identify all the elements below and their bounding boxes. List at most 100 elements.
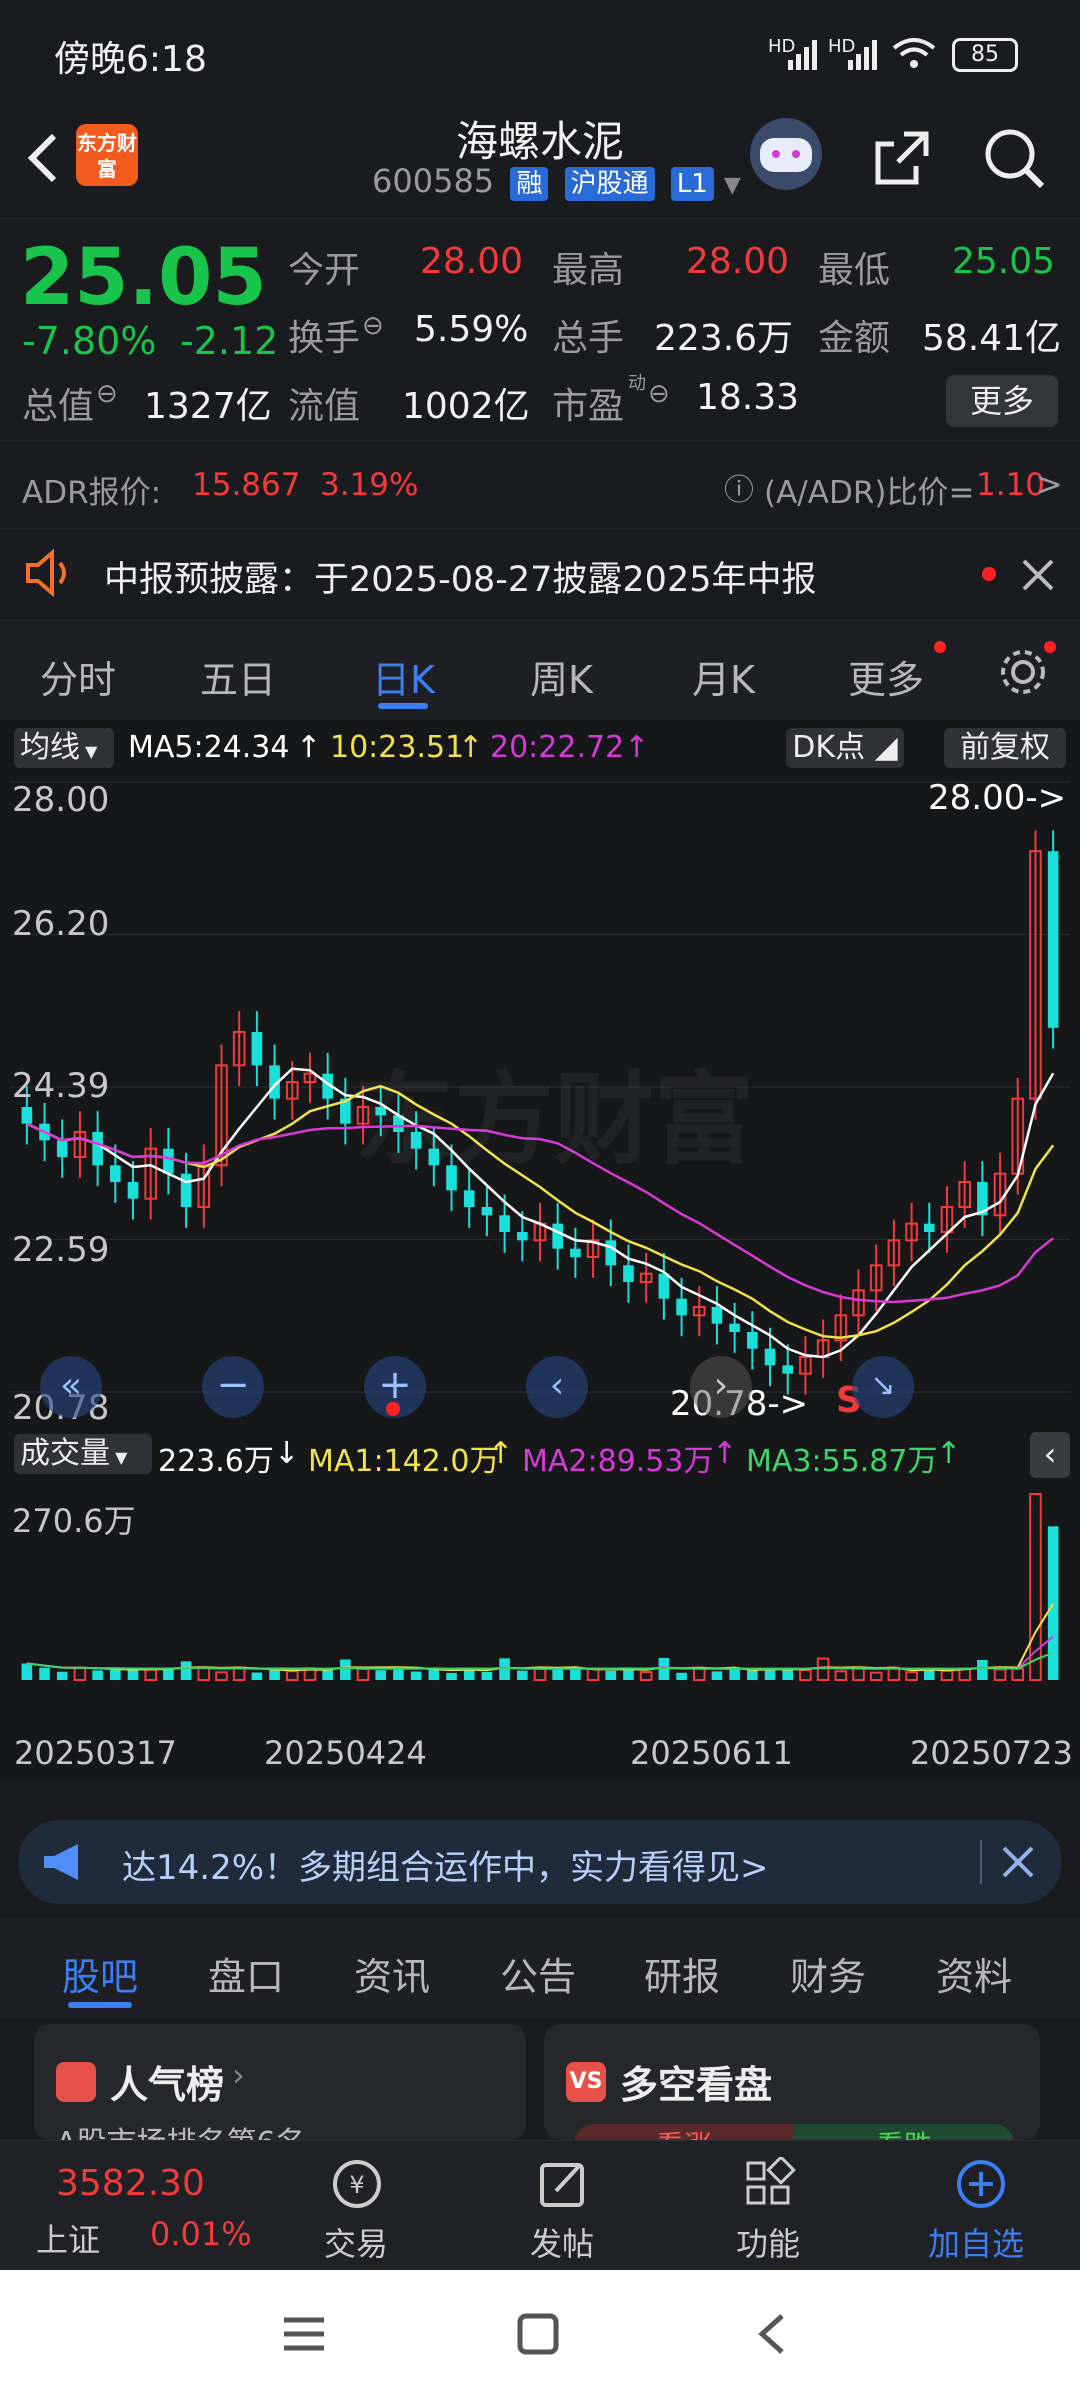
- scroll-left-icon[interactable]: ‹: [526, 1356, 588, 1418]
- low-label: 最低: [818, 250, 891, 291]
- tab-weekly-k[interactable]: 周K: [530, 649, 593, 704]
- tab-five-day[interactable]: 五日: [200, 649, 276, 704]
- candle: [251, 1032, 263, 1066]
- candle: [570, 1248, 581, 1257]
- zoom-dot: [386, 1402, 400, 1416]
- adjust-button[interactable]: 前复权: [944, 728, 1066, 768]
- popularity-card[interactable]: 人气榜 › A股市场排名第6名: [34, 2024, 526, 2140]
- tab-orderbook[interactable]: 盘口: [208, 1946, 284, 2001]
- mktcap-info-icon[interactable]: ⊖: [96, 379, 118, 409]
- notice-bar[interactable]: 中报预披露：于2025-08-27披露2025年中报: [0, 528, 1080, 619]
- tab-intraday[interactable]: 分时: [40, 649, 116, 704]
- tab-more[interactable]: 更多: [848, 649, 924, 704]
- home-icon[interactable]: [516, 2312, 560, 2356]
- nav-functions[interactable]: 功能: [712, 2151, 824, 2263]
- vol-ma3: MA3:55.87万: [746, 1444, 938, 1479]
- bull-bear-title: 多空看盘: [620, 2063, 773, 2107]
- signal-icon: [788, 40, 817, 70]
- stock-code-row: 600585 融 沪股通 L1 ▼: [372, 162, 741, 201]
- volume-bar: [993, 1668, 1007, 1681]
- candle: [676, 1298, 687, 1316]
- tab-financials[interactable]: 财务: [790, 1946, 866, 2001]
- badge-margin: 融: [510, 167, 549, 201]
- adr-pct: 3.19%: [320, 467, 419, 503]
- menu-icon[interactable]: [280, 2314, 328, 2354]
- dk-point-button[interactable]: DK点 ◢: [786, 728, 904, 768]
- change-amt: -2.12: [180, 319, 279, 363]
- popularity-rank: A股市场排名第6名: [56, 2118, 306, 2140]
- chevron-down-icon: ▼: [80, 742, 98, 761]
- tab-underline: [378, 703, 428, 709]
- bearish-button[interactable]: 看跌: [794, 2124, 1014, 2140]
- tab-forum[interactable]: 股吧: [62, 1946, 138, 2001]
- bullish-button[interactable]: 看涨: [574, 2124, 794, 2140]
- tab-news[interactable]: 资讯: [354, 1946, 430, 2001]
- search-icon[interactable]: [982, 126, 1046, 190]
- volume-bar: [92, 1670, 103, 1680]
- price-tick-3: 22.59: [12, 1230, 110, 1270]
- nav-trade[interactable]: ¥ 交易: [300, 2151, 412, 2263]
- volume-selector[interactable]: 成交量 ▼: [14, 1434, 152, 1474]
- pe-label: 市盈: [552, 386, 625, 427]
- badge-connect: 沪股通: [564, 167, 655, 201]
- tab-monthly-k[interactable]: 月K: [692, 649, 755, 704]
- fast-forward-icon[interactable]: ↘: [852, 1356, 914, 1418]
- battery-level: 85: [971, 42, 999, 67]
- zoom-out-icon[interactable]: −: [202, 1356, 264, 1418]
- stock-code: 600585: [372, 162, 495, 200]
- collapse-icon[interactable]: ‹: [1030, 1432, 1070, 1478]
- gear-dot: [1044, 641, 1056, 653]
- edit-icon: [540, 2163, 584, 2207]
- tab-research[interactable]: 研报: [644, 1946, 720, 2001]
- volume-label: 总手: [552, 318, 625, 359]
- back-nav-icon[interactable]: [752, 2312, 792, 2356]
- scroll-right-icon[interactable]: ›: [690, 1356, 752, 1418]
- help-icon[interactable]: ⓘ: [724, 465, 754, 509]
- date-tick-2: 20250611: [630, 1734, 793, 1772]
- open-label: 今开: [288, 250, 361, 291]
- quote-panel: 25.05 -7.80% -2.12 今开 28.00 最高 28.00 最低 …: [0, 218, 1080, 439]
- tab-announcements[interactable]: 公告: [500, 1946, 576, 2001]
- change-pct: -7.80%: [22, 319, 157, 363]
- nav-post[interactable]: 发帖: [506, 2151, 618, 2263]
- bull-bear-card[interactable]: VS 多空看盘 看涨 看跌: [544, 2024, 1040, 2140]
- turnover-info-icon[interactable]: ⊖: [362, 311, 384, 341]
- promo-banner[interactable]: 达14.2%！多期组合运作中，实力看得见>: [18, 1820, 1062, 1904]
- share-icon[interactable]: [870, 126, 934, 190]
- assistant-robot-icon[interactable]: [750, 118, 822, 190]
- volume-chart[interactable]: [0, 1484, 1080, 1684]
- rewind-icon[interactable]: «: [40, 1356, 102, 1418]
- more-button[interactable]: 更多: [946, 375, 1058, 427]
- status-bar: 傍晚6:18 HD HD 85: [0, 0, 1080, 100]
- volume-bar: [56, 1671, 68, 1680]
- ma-selector[interactable]: 均线 ▼: [14, 728, 114, 768]
- gear-icon[interactable]: [996, 645, 1050, 699]
- last-price: 25.05: [20, 233, 267, 323]
- signal-icon-2: [848, 40, 877, 70]
- watermark: 东方财富: [354, 1061, 754, 1178]
- chevron-right-icon[interactable]: >: [1036, 465, 1063, 503]
- volume-bar: [197, 1666, 211, 1682]
- volume-bar: [977, 1659, 988, 1680]
- candle: [127, 1182, 139, 1199]
- volume-bar: [816, 1657, 830, 1681]
- volume-current: 223.6万: [158, 1444, 274, 1479]
- wifi-icon: [892, 38, 936, 68]
- volume-bar: [251, 1672, 263, 1680]
- tab-daily-k[interactable]: 日K: [372, 649, 435, 704]
- price-tick-2: 24.39: [12, 1066, 110, 1106]
- period-tabs: 分时 五日 日K 周K 月K 更多: [0, 620, 1080, 721]
- vs-icon: VS: [566, 2062, 606, 2102]
- close-icon[interactable]: [1020, 557, 1056, 593]
- adr-row: ADR报价: 15.867 3.19% ⓘ (A/ADR)比价= 1.10 >: [0, 440, 1080, 529]
- candle: [463, 1190, 475, 1207]
- pe-info-icon[interactable]: ⊖: [648, 379, 670, 409]
- tab-profile[interactable]: 资料: [936, 1946, 1012, 2001]
- candle: [729, 1323, 740, 1332]
- dropdown-icon[interactable]: ▼: [724, 173, 741, 198]
- candle: [180, 1173, 192, 1207]
- notice-text: 中报预披露：于2025-08-27披露2025年中报: [104, 560, 817, 600]
- close-icon[interactable]: [1000, 1844, 1036, 1880]
- mktcap-label: 总值: [22, 386, 95, 427]
- nav-add-watchlist[interactable]: 加自选: [918, 2151, 1048, 2263]
